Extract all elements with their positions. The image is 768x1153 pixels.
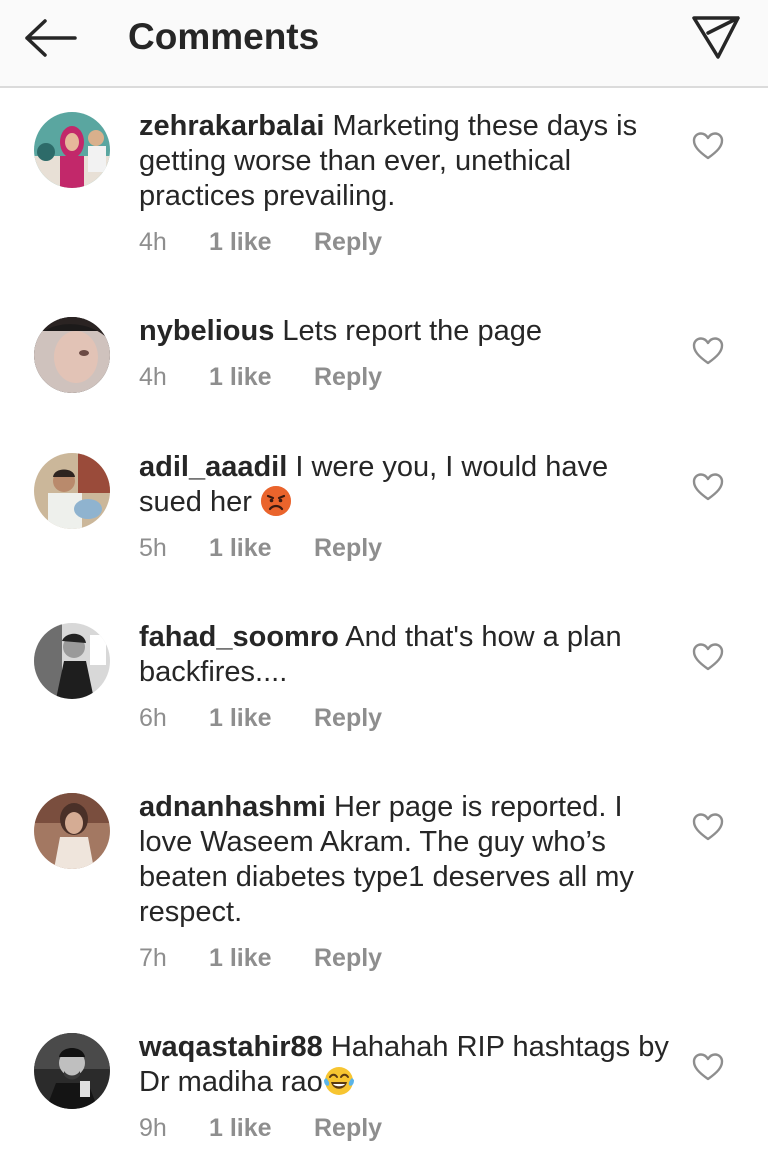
comment-likes[interactable]: 1 like — [209, 703, 314, 733]
tears-of-joy-emoji — [323, 1067, 354, 1095]
avatar[interactable] — [34, 317, 110, 393]
reply-button[interactable]: Reply — [314, 362, 382, 392]
avatar[interactable] — [34, 112, 110, 188]
heart-icon[interactable] — [692, 1052, 724, 1082]
avatar[interactable] — [34, 623, 110, 699]
avatar[interactable] — [34, 453, 110, 529]
reply-button[interactable]: Reply — [314, 227, 382, 257]
comment-time: 9h — [139, 1114, 167, 1142]
angry-face-emoji — [260, 486, 291, 516]
comment-likes[interactable]: 1 like — [209, 1113, 314, 1143]
comment-body: Lets report the page — [282, 315, 542, 347]
comment-meta: 6h 1 like Reply — [139, 703, 382, 733]
arrow-left-icon — [25, 19, 77, 57]
comment-username[interactable]: adnanhashmi — [139, 791, 326, 823]
reply-button[interactable]: Reply — [314, 533, 382, 563]
comment-time: 7h — [139, 944, 167, 972]
reply-button[interactable]: Reply — [314, 1113, 382, 1143]
paper-plane-icon — [692, 16, 740, 59]
comment-time: 4h — [139, 228, 167, 256]
comment-time: 4h — [139, 363, 167, 391]
comment-username[interactable]: nybelious — [139, 315, 274, 347]
comment-username[interactable]: zehrakarbalai — [139, 110, 324, 142]
page-title: Comments — [128, 16, 320, 57]
comment-likes[interactable]: 1 like — [209, 362, 314, 392]
comment-likes[interactable]: 1 like — [209, 533, 314, 563]
comment-text: waqastahir88 Hahahah RIP hashtags by Dr … — [139, 1030, 679, 1100]
comment-text: zehrakarbalai Marketing these days is ge… — [139, 109, 679, 214]
heart-icon[interactable] — [692, 812, 724, 842]
heart-icon[interactable] — [692, 642, 724, 672]
comment-text: fahad_soomro And that's how a plan backf… — [139, 620, 679, 690]
comment-time: 5h — [139, 534, 167, 562]
comment-text: adil_aaadil I were you, I would have sue… — [139, 450, 679, 520]
comment-meta: 5h 1 like Reply — [139, 533, 382, 563]
back-button[interactable] — [18, 12, 82, 64]
comment-username[interactable]: adil_aaadil — [139, 451, 287, 483]
comment-likes[interactable]: 1 like — [209, 227, 314, 257]
avatar[interactable] — [34, 1033, 110, 1109]
comment-username[interactable]: waqastahir88 — [139, 1031, 323, 1063]
comment-meta: 9h 1 like Reply — [139, 1113, 382, 1143]
avatar[interactable] — [34, 793, 110, 869]
comment-meta: 7h 1 like Reply — [139, 943, 382, 973]
heart-icon[interactable] — [692, 131, 724, 161]
reply-button[interactable]: Reply — [314, 943, 382, 973]
heart-icon[interactable] — [692, 472, 724, 502]
comment-meta: 4h 1 like Reply — [139, 227, 382, 257]
comment-likes[interactable]: 1 like — [209, 943, 314, 973]
top-bar: Comments — [0, 0, 768, 88]
heart-icon[interactable] — [692, 336, 724, 366]
comment-meta: 4h 1 like Reply — [139, 362, 382, 392]
comment-text: nybelious Lets report the page — [139, 314, 679, 349]
comment-username[interactable]: fahad_soomro — [139, 621, 339, 653]
comment-time: 6h — [139, 704, 167, 732]
share-button[interactable] — [686, 6, 746, 66]
reply-button[interactable]: Reply — [314, 703, 382, 733]
comment-text: adnanhashmi Her page is reported. I love… — [139, 790, 679, 930]
